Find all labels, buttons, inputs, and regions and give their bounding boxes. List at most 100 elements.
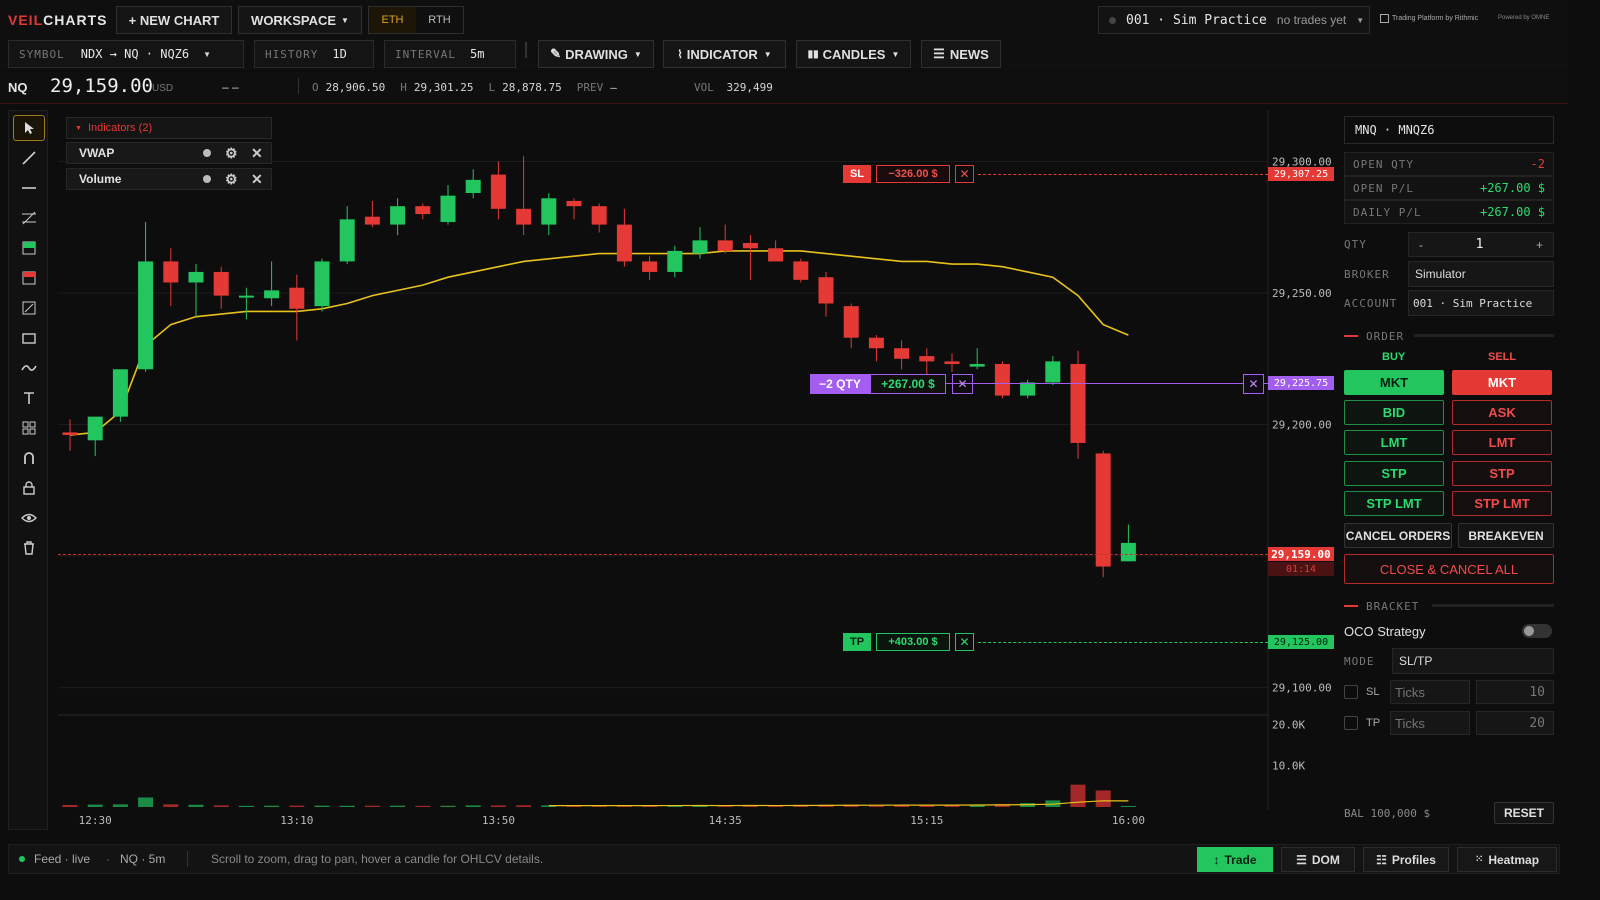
account-field[interactable]: 001 · Sim Practice: [1408, 290, 1554, 316]
price-chart[interactable]: 29,300.0029,250.0029,200.0029,100.0020.0…: [58, 110, 1338, 830]
indicator-button[interactable]: ⌇ INDICATOR ▼: [663, 40, 786, 68]
open-pl-value: +267.00 $: [1479, 181, 1545, 195]
sell-lmt-button[interactable]: LMT: [1452, 430, 1552, 455]
reset-button[interactable]: RESET: [1494, 802, 1554, 824]
visibility-dot-icon[interactable]: [203, 149, 211, 157]
volume-bar: [1120, 805, 1136, 807]
position-close-icon[interactable]: ✕: [952, 374, 973, 394]
patterns-tool[interactable]: [13, 415, 45, 441]
qty-stepper[interactable]: - 1 +: [1408, 232, 1554, 257]
sl-tag[interactable]: SL: [843, 165, 871, 183]
trade-tab[interactable]: ↕ Trade: [1197, 847, 1273, 872]
sl-cancel-icon[interactable]: ✕: [955, 165, 974, 183]
candle-body: [163, 261, 179, 283]
session-rth-button[interactable]: RTH: [416, 7, 463, 33]
visibility-dot-icon[interactable]: [203, 175, 211, 183]
tp-checkbox[interactable]: [1344, 716, 1358, 730]
arrows-updown-icon: ↕: [1213, 852, 1220, 867]
buy-lmt-button[interactable]: LMT: [1344, 430, 1444, 455]
long-position-tool[interactable]: [13, 235, 45, 261]
rectangle-tool[interactable]: [13, 325, 45, 351]
channel-tool[interactable]: [13, 205, 45, 231]
short-position-tool[interactable]: [13, 265, 45, 291]
minus-icon[interactable]: -: [1419, 238, 1423, 252]
interval-selector[interactable]: INTERVAL 5m: [384, 40, 516, 68]
position-flatten-icon[interactable]: ✕: [1243, 374, 1264, 394]
chart-area[interactable]: 29,300.00 29,250.00 29,200.00 29,100.00 20.0…: [58, 110, 1338, 830]
breakeven-label: BREAKEVEN: [1468, 528, 1544, 543]
sl-ticks-label: 10: [1529, 684, 1545, 700]
close-cancel-all-button[interactable]: CLOSE & CANCEL ALL: [1344, 554, 1554, 584]
tp-ticks-input[interactable]: [1390, 711, 1470, 735]
buy-mkt-button[interactable]: MKT: [1344, 370, 1444, 395]
sell-stp-lmt-button[interactable]: STP LMT: [1452, 491, 1552, 516]
indicator-row-vwap[interactable]: VWAP ⚙ ✕: [66, 142, 272, 164]
breakeven-button[interactable]: BREAKEVEN: [1458, 523, 1554, 548]
brush-tool[interactable]: [13, 355, 45, 381]
volume-label: VOL: [694, 81, 714, 94]
symbol-selector[interactable]: SYMBOL NDX → NQ · NQZ6 ▼: [8, 40, 244, 68]
session-eth-button[interactable]: ETH: [369, 7, 416, 33]
close-icon[interactable]: ✕: [251, 145, 263, 162]
tp-pnl[interactable]: +403.00 $: [876, 633, 950, 651]
plus-icon[interactable]: +: [1536, 238, 1543, 252]
tp-order-line[interactable]: [978, 642, 1268, 643]
close-icon[interactable]: ✕: [251, 171, 263, 188]
text-tool[interactable]: [13, 385, 45, 411]
buy-bid-button[interactable]: BID: [1344, 400, 1444, 425]
sl-pnl[interactable]: −326.00 $: [876, 165, 950, 183]
tp-ticks-value[interactable]: 20: [1476, 711, 1554, 735]
horizontal-line-tool[interactable]: [13, 175, 45, 201]
lock-tool[interactable]: [13, 475, 45, 501]
panel-symbol[interactable]: MNQ · MNQZ6: [1344, 116, 1554, 144]
trendline-tool[interactable]: [13, 145, 45, 171]
delete-drawings-tool[interactable]: [13, 535, 45, 561]
history-selector[interactable]: HISTORY 1D: [254, 40, 374, 68]
sl-checkbox[interactable]: [1344, 685, 1358, 699]
volume-bar: [1095, 790, 1111, 807]
cancel-orders-button[interactable]: CANCEL ORDERS: [1344, 523, 1452, 548]
sell-mkt-button[interactable]: MKT: [1452, 370, 1552, 395]
news-icon: ☰: [933, 46, 945, 61]
sl-ticks-value[interactable]: 10: [1476, 680, 1554, 704]
candles-button[interactable]: ▮▮ CANDLES ▼: [796, 40, 911, 68]
divider: [1432, 604, 1554, 607]
gear-icon[interactable]: ⚙: [225, 171, 238, 188]
cursor-tool[interactable]: [13, 115, 45, 141]
volume-bar: [87, 804, 103, 807]
sell-stp-button[interactable]: STP: [1452, 461, 1552, 486]
buy-stp-button[interactable]: STP: [1344, 461, 1444, 486]
broker-selector[interactable]: Simulator: [1408, 261, 1554, 287]
volume-bar: [264, 805, 280, 807]
sell-ask-button[interactable]: ASK: [1452, 400, 1552, 425]
dom-tab[interactable]: ☰ DOM: [1281, 847, 1355, 872]
tp-cancel-icon[interactable]: ✕: [955, 633, 974, 651]
account-note: no trades yet: [1276, 13, 1347, 27]
mode-selector[interactable]: SL/TP: [1392, 648, 1554, 674]
tp-tag[interactable]: TP: [843, 633, 871, 651]
session-rth-label: RTH: [428, 14, 451, 26]
sl-order-line[interactable]: [978, 174, 1268, 175]
position-qty-tag[interactable]: −2 QTY: [810, 374, 870, 394]
indicators-header[interactable]: ▼ Indicators (2): [66, 117, 272, 139]
visibility-tool[interactable]: [13, 505, 45, 531]
account-selector[interactable]: 001 · Sim Practice no trades yet ▼: [1098, 6, 1370, 34]
volume-bar: [289, 805, 305, 807]
oco-toggle[interactable]: [1522, 624, 1552, 638]
position-pnl-label: +267.00 $: [881, 377, 935, 391]
drawing-button[interactable]: ✎ DRAWING ▼: [538, 40, 654, 68]
buy-stp-lmt-button[interactable]: STP LMT: [1344, 491, 1444, 516]
sl-ticks-input[interactable]: [1390, 680, 1470, 704]
gear-icon[interactable]: ⚙: [225, 145, 238, 162]
news-button[interactable]: ☰ NEWS: [921, 40, 1001, 68]
heatmap-tab[interactable]: ⁙ Heatmap: [1457, 847, 1557, 872]
open-qty-row: OPEN QTY -2: [1344, 152, 1554, 176]
new-chart-button[interactable]: + NEW CHART: [116, 6, 232, 34]
qty-value[interactable]: 1: [1476, 237, 1484, 252]
workspace-button[interactable]: WORKSPACE ▼: [238, 6, 362, 34]
magnet-tool[interactable]: [13, 445, 45, 471]
measure-tool[interactable]: [13, 295, 45, 321]
position-pnl[interactable]: +267.00 $: [870, 374, 946, 394]
indicator-row-volume[interactable]: Volume ⚙ ✕: [66, 168, 272, 190]
profiles-tab[interactable]: ☷ Profiles: [1363, 847, 1449, 872]
